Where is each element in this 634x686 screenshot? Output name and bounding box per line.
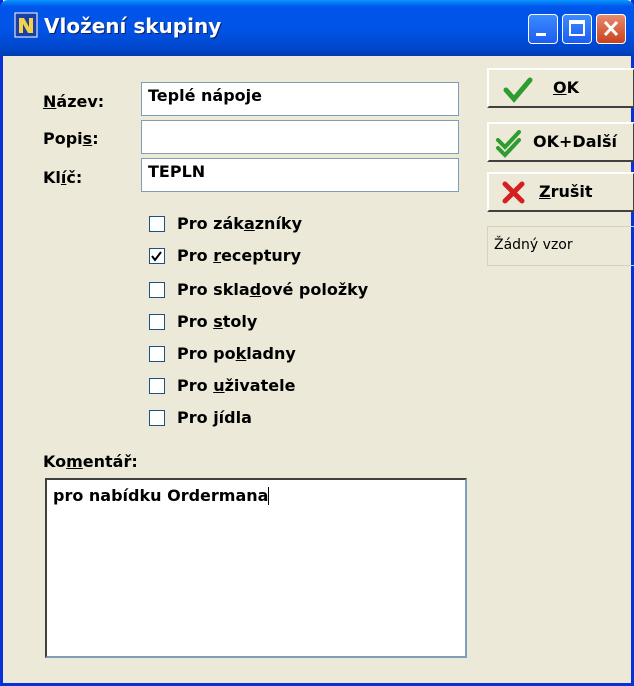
checkbox-box[interactable] bbox=[149, 248, 165, 264]
checkbox-label: Pro zákazníky bbox=[177, 214, 302, 233]
close-button[interactable] bbox=[596, 14, 626, 44]
description-field[interactable] bbox=[141, 120, 459, 154]
checkbox-label: Pro pokladny bbox=[177, 344, 296, 363]
maximize-button[interactable] bbox=[562, 14, 592, 44]
cancel-button[interactable]: Zrušit bbox=[487, 172, 634, 212]
app-icon bbox=[14, 12, 38, 38]
checkbox-box[interactable] bbox=[149, 346, 165, 362]
checkbox-box[interactable] bbox=[149, 216, 165, 232]
comment-label: Komentář: bbox=[43, 452, 138, 471]
ok-next-button[interactable]: OK+Další bbox=[487, 122, 634, 162]
checkbox-label: Pro stoly bbox=[177, 312, 258, 331]
dialog-window: Vložení skupiny Název: Teplé nápoje Popi… bbox=[0, 0, 634, 686]
ok-button[interactable]: OK bbox=[487, 68, 634, 108]
ok-next-label: OK+Další bbox=[533, 132, 617, 151]
ok-label: OK bbox=[553, 78, 580, 97]
checkbox-box[interactable] bbox=[149, 410, 165, 426]
checkbox-box[interactable] bbox=[149, 282, 165, 298]
title-bar[interactable]: Vložení skupiny bbox=[0, 0, 634, 56]
checkbox-box[interactable] bbox=[149, 378, 165, 394]
comment-textarea[interactable]: pro nabídku Ordermana bbox=[45, 478, 467, 658]
checkbox-box[interactable] bbox=[149, 314, 165, 330]
key-label: Klíč: bbox=[43, 168, 83, 187]
text-caret bbox=[268, 487, 270, 505]
close-icon bbox=[603, 20, 619, 37]
description-label: Popis: bbox=[43, 129, 99, 148]
checkbox-label: Pro uživatele bbox=[177, 376, 296, 395]
cancel-x-icon bbox=[502, 181, 525, 204]
window-title: Vložení skupiny bbox=[44, 14, 222, 38]
double-checkmark-icon bbox=[496, 130, 521, 158]
key-field[interactable]: TEPLN bbox=[141, 158, 459, 192]
checkbox-label: Pro skladové položky bbox=[177, 280, 369, 299]
name-label: Název: bbox=[43, 92, 105, 111]
checkbox-label: Pro jídla bbox=[177, 408, 252, 427]
no-pattern-button[interactable]: Žádný vzor bbox=[487, 226, 634, 266]
checkmark-icon bbox=[503, 77, 533, 103]
minimize-icon bbox=[536, 33, 546, 36]
cancel-label: Zrušit bbox=[539, 182, 593, 201]
name-field[interactable]: Teplé nápoje bbox=[141, 82, 459, 116]
checkbox-label: Pro receptury bbox=[177, 246, 302, 265]
checkmark-icon bbox=[151, 251, 162, 262]
minimize-button[interactable] bbox=[528, 14, 558, 44]
comment-text: pro nabídku Ordermana bbox=[53, 486, 269, 505]
maximize-icon bbox=[569, 20, 585, 36]
